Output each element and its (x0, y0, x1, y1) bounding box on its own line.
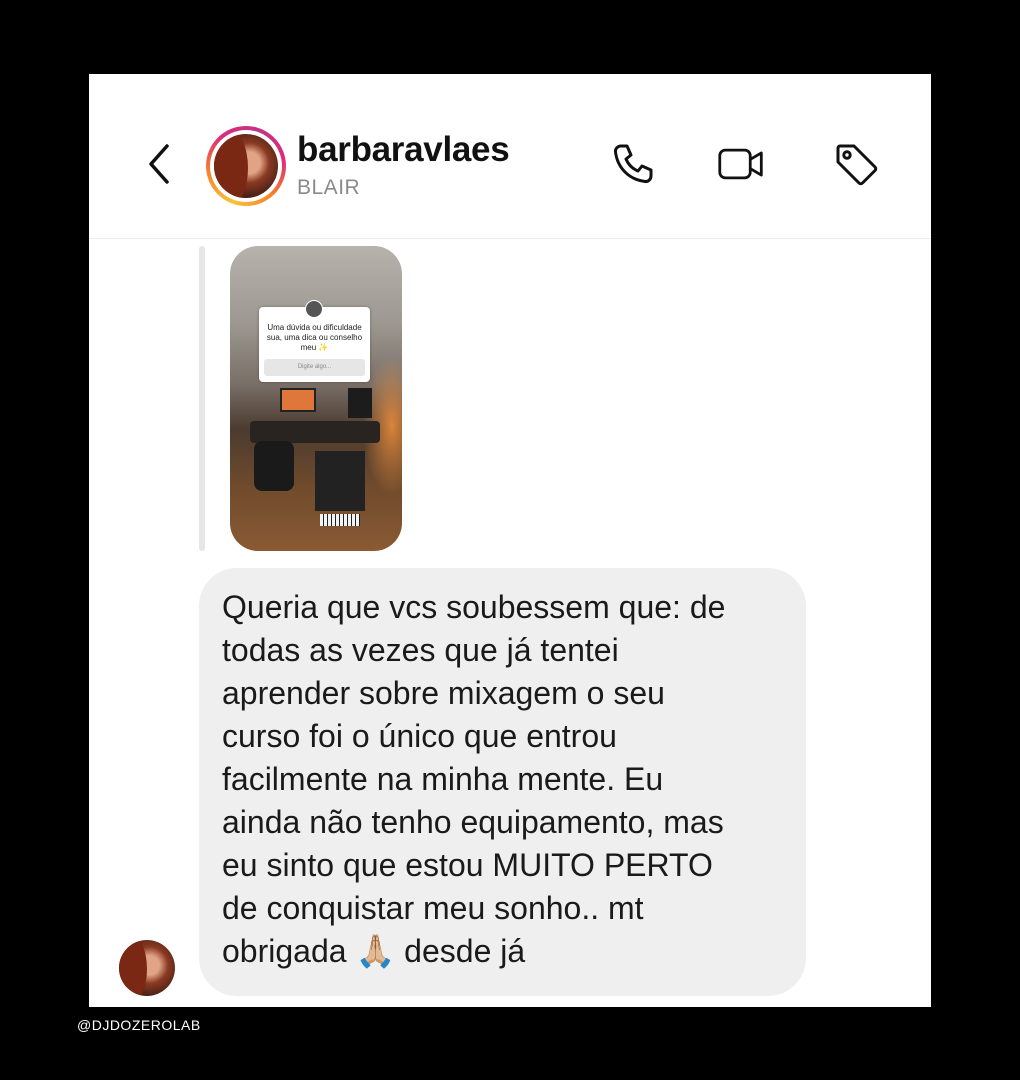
question-sticker: Uma dúvida ou dificuldade sua, uma dica … (259, 300, 370, 382)
question-text: Uma dúvida ou dificuldade sua, uma dica … (266, 323, 363, 352)
sparkle-emoji: ✨ (318, 343, 329, 352)
username[interactable]: barbaravlaes (297, 130, 510, 170)
reply-indicator-bar (199, 246, 205, 551)
chevron-left-icon[interactable] (145, 142, 175, 186)
phone-icon[interactable] (609, 140, 657, 188)
question-input: Digite algo... (264, 359, 365, 376)
watermark: @DJDOZEROLAB (77, 1017, 201, 1033)
story-preview[interactable]: Uma dúvida ou dificuldade sua, uma dica … (230, 246, 402, 551)
display-name: BLAIR (297, 176, 361, 199)
question-avatar (305, 300, 323, 318)
sender-avatar[interactable] (119, 940, 175, 996)
message-bubble[interactable]: Queria que vcs soubessem que: de todas a… (199, 568, 806, 996)
avatar[interactable] (206, 126, 286, 206)
tag-icon[interactable] (832, 140, 880, 188)
chat-header: barbaravlaes BLAIR (89, 74, 931, 239)
message-text: Queria que vcs soubessem que: de todas a… (222, 589, 726, 969)
video-camera-icon[interactable] (717, 140, 765, 188)
chat-window: barbaravlaes BLAIR Uma dúvida ou dificul… (89, 74, 931, 1007)
profile-photo (214, 134, 278, 198)
